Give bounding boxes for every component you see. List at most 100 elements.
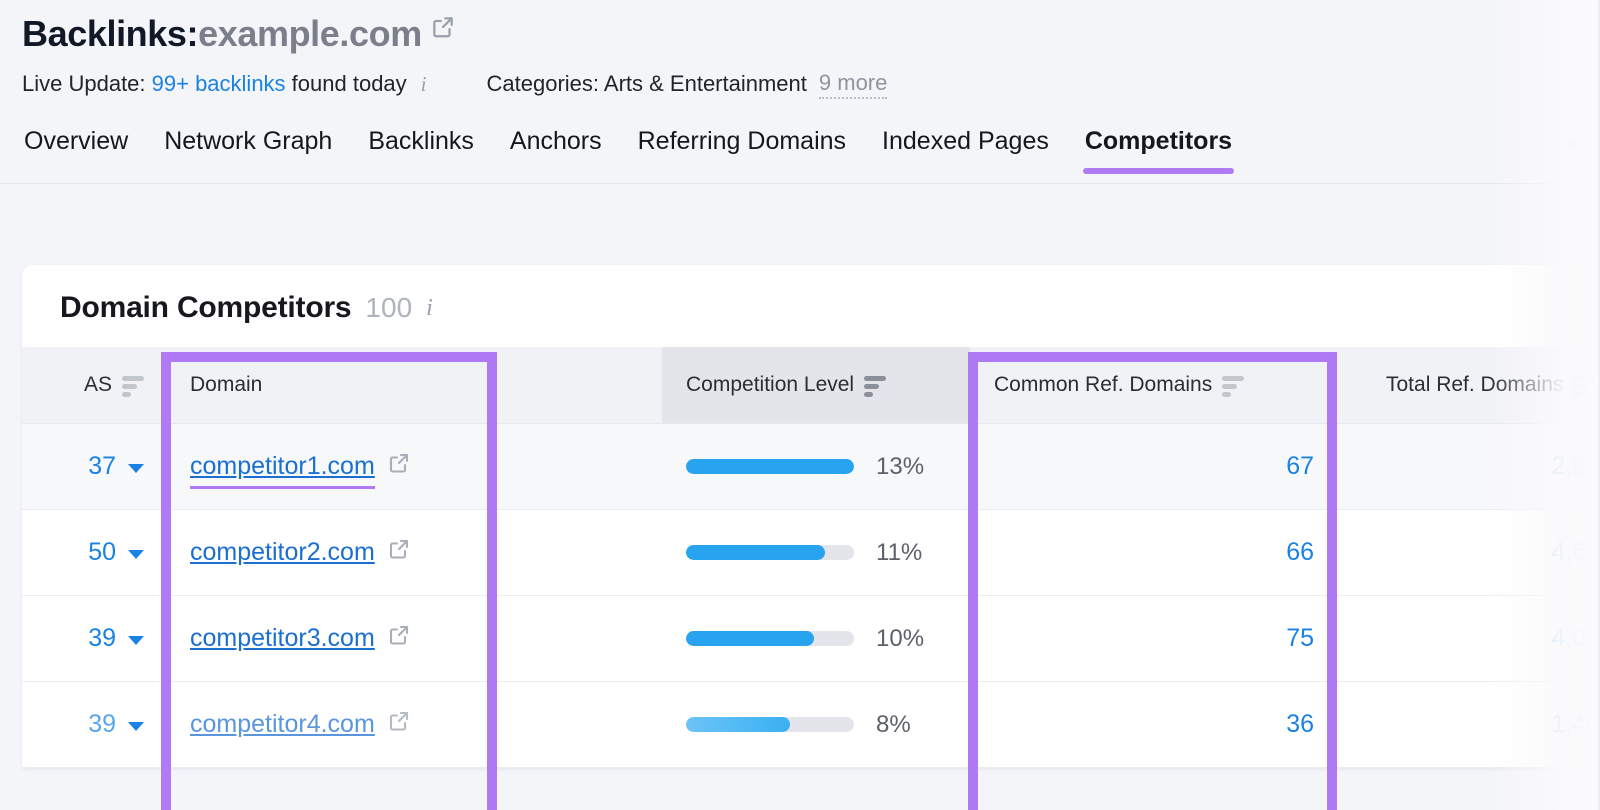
live-update-prefix: Live Update:: [22, 71, 152, 97]
external-link-icon[interactable]: [387, 451, 411, 482]
column-header-competition-level-label: Competition Level: [686, 373, 855, 396]
domain-link[interactable]: competitor4.com: [190, 710, 375, 739]
page-title-domain: example.com: [198, 13, 422, 54]
tab-anchors[interactable]: Anchors: [508, 127, 604, 172]
cell-as[interactable]: 50: [22, 510, 162, 595]
competition-level-bar-fill: [686, 459, 854, 474]
domain-link[interactable]: competitor3.com: [190, 624, 375, 653]
common-ref-domains-value[interactable]: 66: [994, 538, 1340, 567]
chevron-down-icon[interactable]: [128, 550, 144, 559]
cell-competition-level: 8%: [662, 682, 970, 767]
total-ref-domains-value[interactable]: 4,03: [1386, 624, 1600, 653]
tab-overview[interactable]: Overview: [22, 127, 130, 172]
column-header-as-label: AS: [83, 373, 112, 396]
authority-score-value: 39: [88, 624, 116, 652]
page-header: Backlinks: example.com Live Update: 99+ …: [0, 0, 1600, 99]
authority-score-value: 39: [88, 710, 116, 738]
external-link-icon[interactable]: [387, 709, 411, 740]
domain-link[interactable]: competitor1.com: [190, 452, 375, 489]
competition-level-bar: [686, 631, 854, 646]
tab-network-graph[interactable]: Network Graph: [162, 127, 334, 172]
cell-as[interactable]: 39: [22, 596, 162, 681]
competition-level-bar: [686, 717, 854, 732]
cell-domain: competitor2.com: [162, 510, 498, 595]
cell-common-ref-domains: 66: [970, 510, 1340, 595]
sort-icon[interactable]: [864, 374, 887, 397]
competition-level-bar: [686, 545, 854, 560]
cell-total-ref-domains: 2,02: [1340, 424, 1600, 509]
live-update-link[interactable]: 99+ backlinks: [152, 71, 286, 97]
cell-total-ref-domains: 4,66: [1340, 510, 1600, 595]
tab-indexed-pages[interactable]: Indexed Pages: [880, 127, 1051, 172]
page-root: Backlinks: example.com Live Update: 99+ …: [0, 0, 1600, 810]
sort-icon[interactable]: [122, 374, 144, 397]
cell-competition-level: 10%: [662, 596, 970, 681]
cell-domain: competitor3.com: [162, 596, 498, 681]
tab-competitors[interactable]: Competitors: [1082, 127, 1235, 174]
cell-spacer: [498, 682, 662, 767]
table-row[interactable]: 37 competitor1.com 13% 67 2,02: [22, 424, 1600, 510]
column-header-competition-level[interactable]: Competition Level: [662, 347, 970, 423]
authority-score-value: 37: [88, 452, 116, 480]
overflow-dot: [1567, 140, 1576, 150]
column-header-domain-label: Domain: [190, 373, 263, 396]
chevron-down-icon[interactable]: [128, 636, 144, 645]
cell-total-ref-domains: 1,40: [1340, 682, 1600, 767]
info-icon[interactable]: i: [426, 295, 433, 322]
competition-level-bar-fill: [686, 717, 791, 732]
cell-common-ref-domains: 36: [970, 682, 1340, 767]
table-row[interactable]: 39 competitor4.com 8% 36 1,40: [22, 682, 1600, 768]
column-header-total-ref-domains[interactable]: Total Ref. Domains: [1340, 347, 1600, 423]
common-ref-domains-value[interactable]: 75: [994, 624, 1340, 653]
tab-bar: Overview Network Graph Backlinks Anchors…: [0, 127, 1600, 184]
cell-domain: competitor1.com: [162, 424, 498, 509]
domain-link[interactable]: competitor2.com: [190, 538, 375, 567]
cell-total-ref-domains: 4,03: [1340, 596, 1600, 681]
more-horizontal-icon[interactable]: [1567, 140, 1592, 150]
cell-common-ref-domains: 75: [970, 596, 1340, 681]
column-header-total-ref-domains-label: Total Ref. Domains: [1386, 373, 1564, 396]
cell-competition-level: 11%: [662, 510, 970, 595]
chevron-down-icon[interactable]: [128, 722, 144, 731]
authority-score-value: 50: [88, 538, 116, 566]
common-ref-domains-value[interactable]: 36: [994, 710, 1340, 739]
competition-level-bar-fill: [686, 545, 826, 560]
info-icon[interactable]: i: [421, 72, 427, 97]
page-title-label: Backlinks:: [22, 13, 199, 54]
competition-level-value: 11%: [876, 538, 923, 566]
page-title: Backlinks: example.com: [22, 14, 1600, 54]
total-ref-domains-value[interactable]: 1,40: [1386, 710, 1600, 739]
table-body: 37 competitor1.com 13% 67 2,02 50 compet…: [22, 424, 1600, 768]
column-header-domain[interactable]: Domain: [162, 347, 498, 423]
column-header-spacer: [498, 347, 662, 423]
cell-common-ref-domains: 67: [970, 424, 1340, 509]
cell-as[interactable]: 37: [22, 424, 162, 509]
tab-backlinks[interactable]: Backlinks: [366, 127, 476, 172]
page-subheader: Live Update: 99+ backlinks found today i…: [22, 70, 1600, 99]
external-link-icon[interactable]: [430, 14, 456, 45]
sort-icon[interactable]: [1573, 374, 1596, 397]
categories-more-link[interactable]: 9 more: [818, 70, 888, 99]
overflow-dot: [1583, 140, 1592, 150]
common-ref-domains-value[interactable]: 67: [994, 452, 1340, 481]
table-row[interactable]: 50 competitor2.com 11% 66 4,66: [22, 510, 1600, 596]
table-row[interactable]: 39 competitor3.com 10% 75 4,03: [22, 596, 1600, 682]
card-count: 100: [365, 292, 413, 323]
external-link-icon[interactable]: [387, 537, 411, 568]
cell-spacer: [498, 424, 662, 509]
column-header-as[interactable]: AS: [22, 347, 162, 423]
competitors-table: AS Domain Competition Level Common Ref. …: [22, 347, 1600, 768]
column-header-common-ref-domains[interactable]: Common Ref. Domains: [970, 347, 1340, 423]
competition-level-bar-fill: [686, 631, 814, 646]
chevron-down-icon[interactable]: [128, 464, 144, 473]
cell-as[interactable]: 39: [22, 682, 162, 767]
sort-icon[interactable]: [1222, 374, 1245, 397]
competition-level-value: 8%: [876, 710, 911, 738]
tab-referring-domains[interactable]: Referring Domains: [636, 127, 848, 172]
cell-domain: competitor4.com: [162, 682, 498, 767]
column-header-common-ref-domains-label: Common Ref. Domains: [994, 373, 1213, 396]
external-link-icon[interactable]: [387, 623, 411, 654]
total-ref-domains-value[interactable]: 4,66: [1386, 538, 1600, 567]
domain-competitors-card: Domain Competitors 100 i AS Domain Compe…: [22, 265, 1600, 768]
total-ref-domains-value[interactable]: 2,02: [1386, 452, 1600, 481]
